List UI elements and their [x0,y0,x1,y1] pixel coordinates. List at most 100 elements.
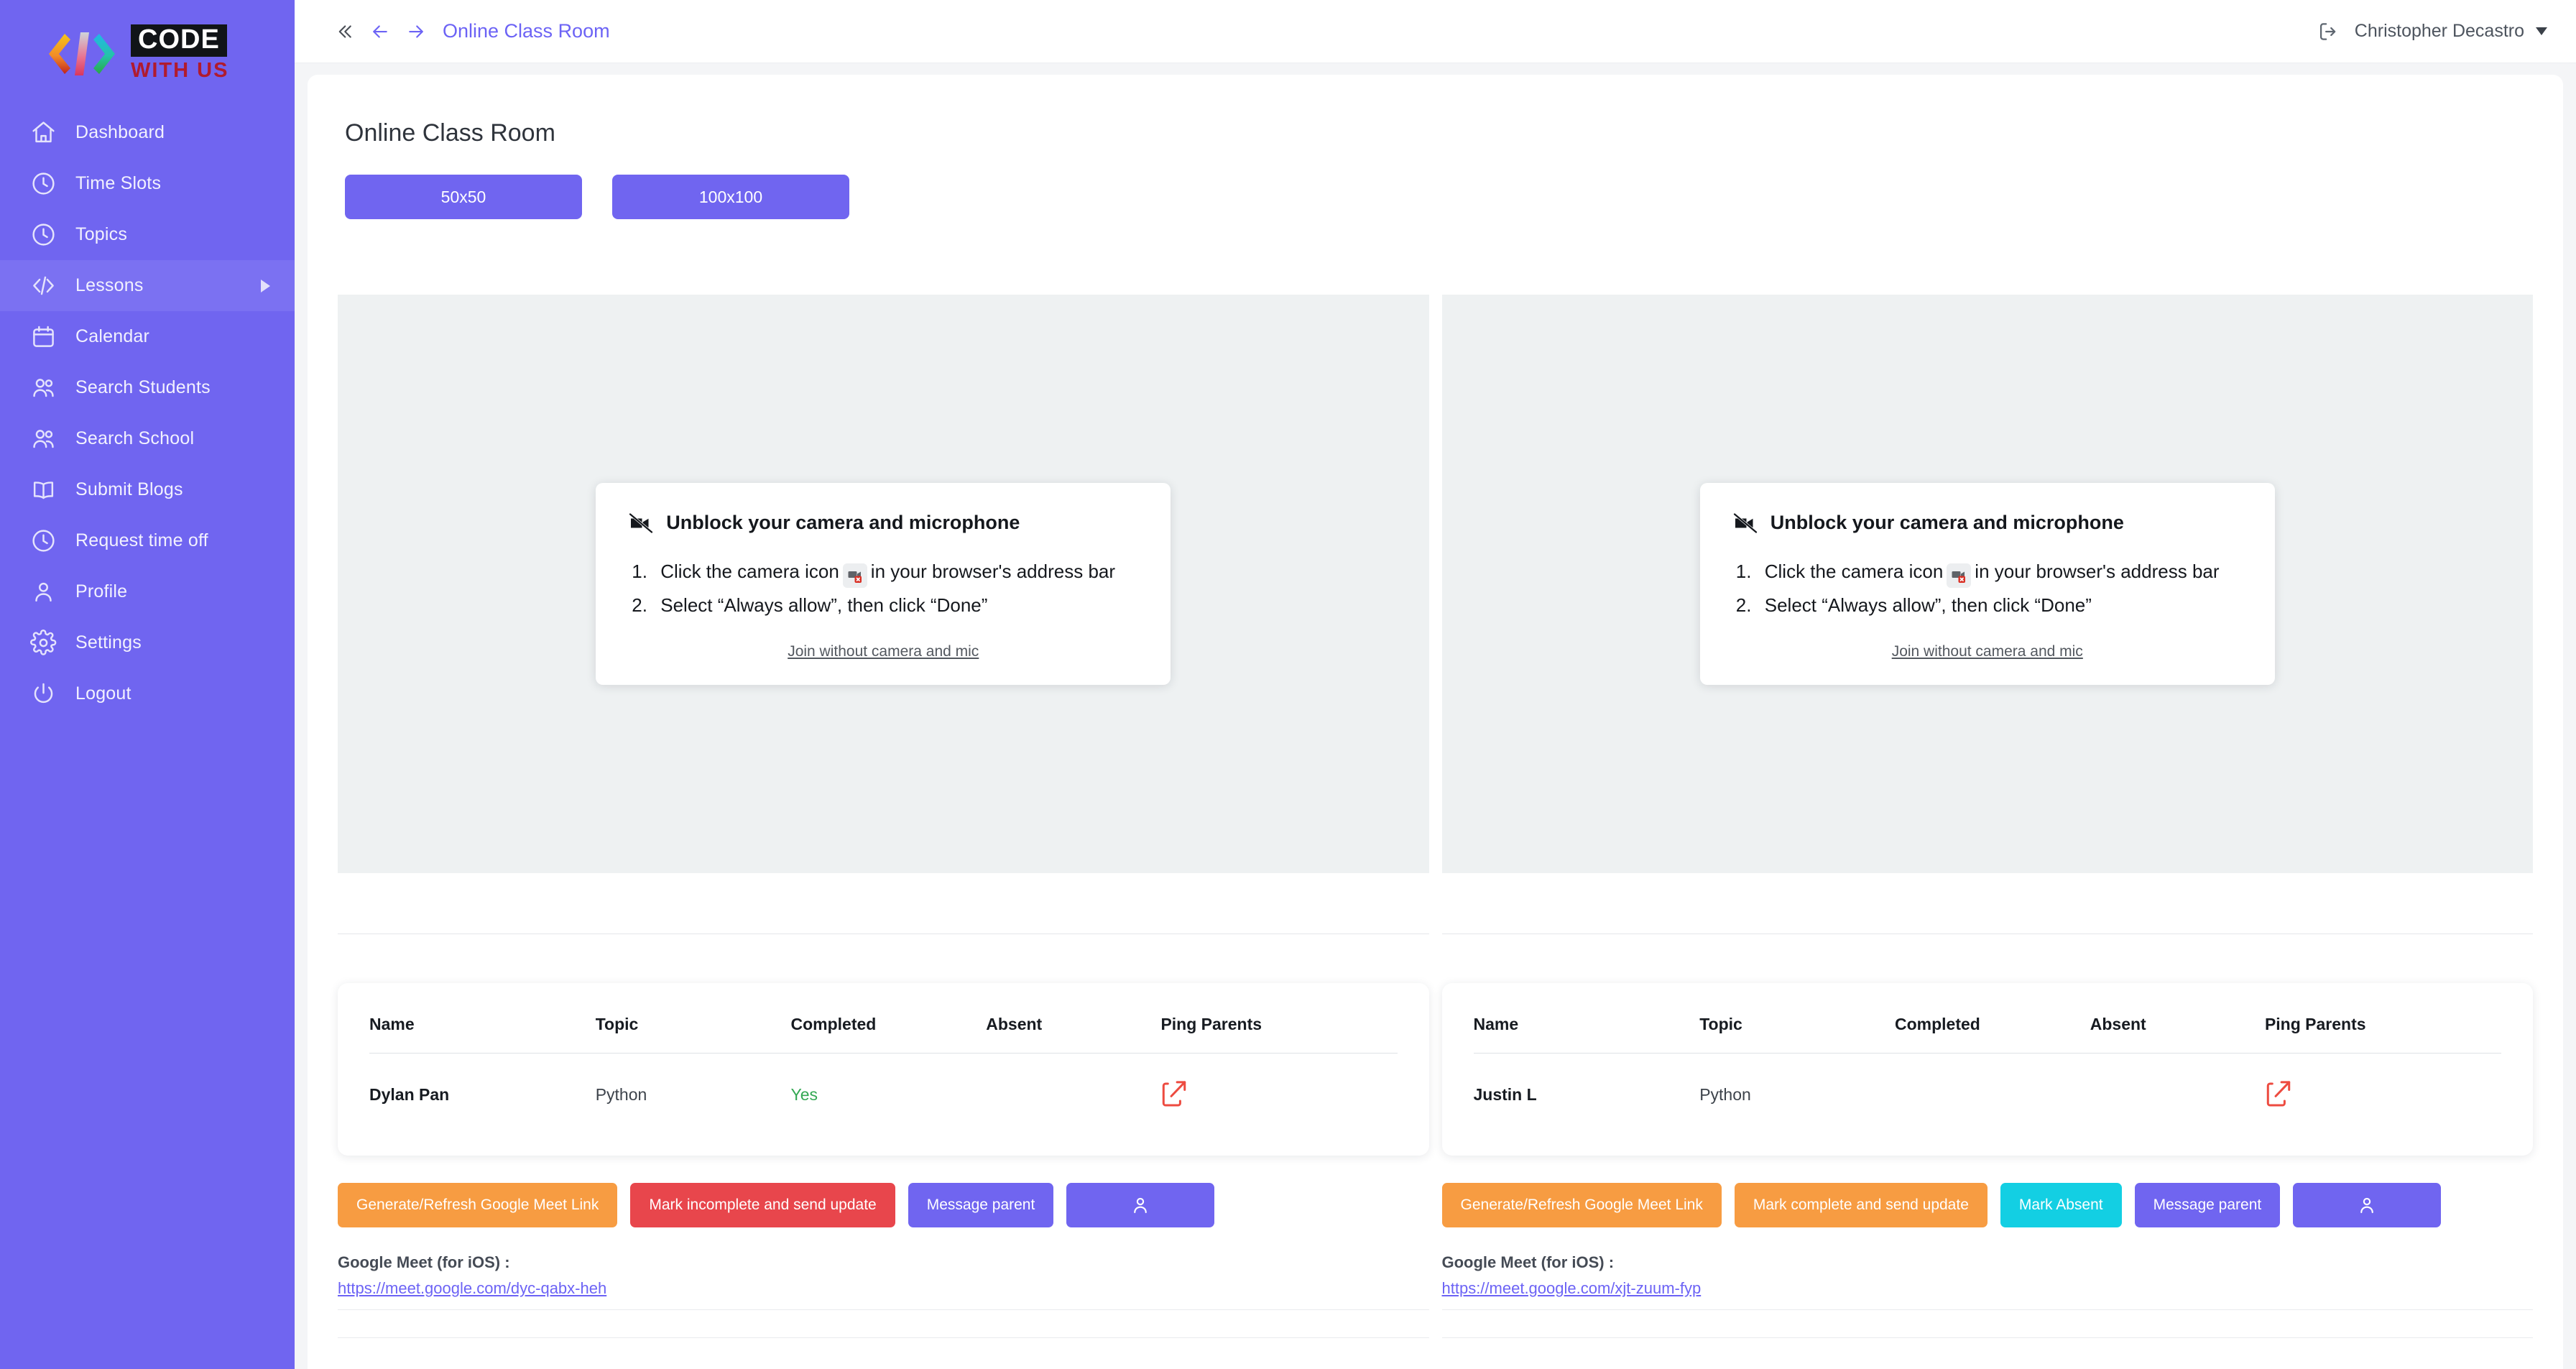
home-icon [30,119,57,146]
permission-step1-after: in your browser's address bar [1975,561,2220,583]
size-50x50-button[interactable]: 50x50 [345,175,582,219]
cell-completed [1895,1054,2090,1125]
mark-absent-button[interactable]: Mark Absent [2000,1183,2122,1227]
column-header-completed: Completed [790,1008,987,1054]
sidebar-item-label: Logout [75,683,131,704]
sidebar-item-settings[interactable]: Settings [0,617,295,668]
sidebar-item-profile[interactable]: Profile [0,566,295,617]
clock-icon [30,170,57,197]
camera-permission-card-left: Unblock your camera and microphone Click… [596,483,1171,685]
student-profile-button[interactable] [1066,1183,1215,1227]
arrow-left-icon[interactable] [362,14,398,50]
sidebar-item-time-slots[interactable]: Time Slots [0,158,295,209]
content-scroll-area[interactable]: Online Class Room 50x50 100x100 Unblock … [295,63,2576,1369]
sidebar-item-label: Profile [75,581,128,602]
column-header-absent: Absent [986,1008,1161,1054]
meet-link-label: Google Meet (for iOS) : [1441,1253,1615,1271]
column-header-ping-parents: Ping Parents [1160,1008,1398,1054]
sidebar-item-label: Request time off [75,530,208,551]
table-header-row: Name Topic Completed Absent Ping Parents [1473,1008,2501,1054]
sidebar-item-topics[interactable]: Topics [0,209,295,260]
class-room-columns: Unblock your camera and microphone Click… [338,295,2533,1369]
brand-withus-text: WITH US [131,58,229,82]
logout-icon[interactable] [2316,19,2340,44]
column-header-completed: Completed [1894,1008,2090,1054]
user-name-label: Christopher Decastro [2354,21,2524,41]
external-link-icon[interactable] [2265,1079,2501,1110]
join-without-camera-link[interactable]: Join without camera and mic [788,643,979,660]
permission-title: Unblock your camera and microphone [666,512,1020,534]
sidebar-item-search-students[interactable]: Search Students [0,362,295,413]
power-icon [30,681,57,707]
camera-off-icon [1732,512,1758,534]
student-column-left: Unblock your camera and microphone Click… [338,295,1429,1369]
sidebar-item-label: Submit Blogs [75,479,183,500]
external-link-icon[interactable] [1160,1079,1397,1110]
page-title: Online Class Room [345,119,555,147]
student-table-left: Name Topic Completed Absent Ping Parents [369,1008,1398,1124]
sidebar: CODE WITH US Dashboard Time Slots Topics… [0,0,295,1369]
brand-wordmark: CODE WITH US [131,24,228,83]
double-chevron-left-icon[interactable] [326,14,362,50]
meet-divider-2 [338,1337,1429,1338]
size-100x100-button[interactable]: 100x100 [612,175,849,219]
permission-step-2: Select “Always allow”, then click “Done” [632,592,988,619]
breadcrumb[interactable]: Online Class Room [443,20,610,42]
sidebar-item-calendar[interactable]: Calendar [0,311,295,362]
cell-name: Dylan Pan [369,1084,450,1104]
camera-permission-card-right: Unblock your camera and microphone Click… [1699,483,2275,685]
sidebar-item-logout[interactable]: Logout [0,668,295,719]
table-header-row: Name Topic Completed Absent Ping Parents [369,1008,1398,1054]
message-parent-button[interactable]: Message parent [2134,1183,2281,1227]
topbar-left: Online Class Room [295,14,610,50]
permission-steps: Click the camera icon in your browser's a… [1733,558,2242,619]
video-panel-right[interactable]: Unblock your camera and microphone Click… [1441,295,2533,873]
generate-refresh-meet-link-button[interactable]: Generate/Refresh Google Meet Link [338,1183,618,1227]
book-icon [30,476,57,503]
meet-link-url[interactable]: https://meet.google.com/xjt-zuum-fyp [1442,1279,2534,1298]
column-header-topic: Topic [1699,1008,1895,1054]
sidebar-item-submit-blogs[interactable]: Submit Blogs [0,464,295,515]
join-without-camera-link[interactable]: Join without camera and mic [1892,643,2083,660]
cell-absent [2090,1054,2265,1125]
permission-step1-after: in your browser's address bar [870,561,1116,583]
permission-step1-before: Click the camera icon [660,561,839,583]
column-header-name: Name [1473,1008,1700,1054]
mark-incomplete-send-update-button[interactable]: Mark incomplete and send update [630,1183,895,1227]
column-header-topic: Topic [595,1008,791,1054]
table-row: Justin L Python [1474,1054,2502,1125]
sidebar-item-lessons[interactable]: Lessons [0,260,295,312]
sidebar-nav: Dashboard Time Slots Topics Lessons Cale… [0,107,295,719]
cell-ping-parents [1160,1054,1397,1125]
sidebar-item-label: Time Slots [75,173,162,194]
permission-step-1: Click the camera icon in your browser's a… [629,558,1137,589]
meet-link-block-left: Google Meet (for iOS) : https://meet.goo… [338,1253,1429,1338]
sidebar-item-label: Search Students [75,377,211,398]
arrow-right-icon[interactable] [398,14,434,50]
generate-refresh-meet-link-button[interactable]: Generate/Refresh Google Meet Link [1441,1183,1722,1227]
sidebar-item-search-school[interactable]: Search School [0,413,295,464]
video-panel-left[interactable]: Unblock your camera and microphone Click… [338,295,1429,873]
sidebar-item-dashboard[interactable]: Dashboard [0,107,295,158]
user-icon [2356,1194,2378,1216]
chevron-right-icon[interactable] [261,279,270,292]
cell-topic: Python [595,1084,647,1104]
student-table-right: Name Topic Completed Absent Ping Parents [1473,1008,2502,1125]
user-menu[interactable]: Christopher Decastro [2316,19,2547,44]
cell-absent [986,1054,1160,1125]
code-brackets-icon [43,31,121,77]
sidebar-item-request-time-off[interactable]: Request time off [0,515,295,566]
mark-complete-send-update-button[interactable]: Mark complete and send update [1734,1183,1988,1227]
chevron-down-icon[interactable] [2536,27,2547,35]
page-card: Online Class Room 50x50 100x100 Unblock … [308,75,2563,1369]
calendar-icon [30,323,57,350]
meet-link-url[interactable]: https://meet.google.com/dyc-qabx-heh [338,1279,1429,1298]
size-button-group: 50x50 100x100 [345,175,2533,219]
meet-divider-1 [1441,1309,2533,1310]
student-profile-button[interactable] [2293,1183,2442,1227]
brand-logo[interactable]: CODE WITH US [0,7,295,107]
clock-icon [30,527,57,554]
message-parent-button[interactable]: Message parent [908,1183,1054,1227]
permission-step-1: Click the camera icon in your browser's a… [1733,558,2242,589]
camera-blocked-icon [1947,563,1972,589]
